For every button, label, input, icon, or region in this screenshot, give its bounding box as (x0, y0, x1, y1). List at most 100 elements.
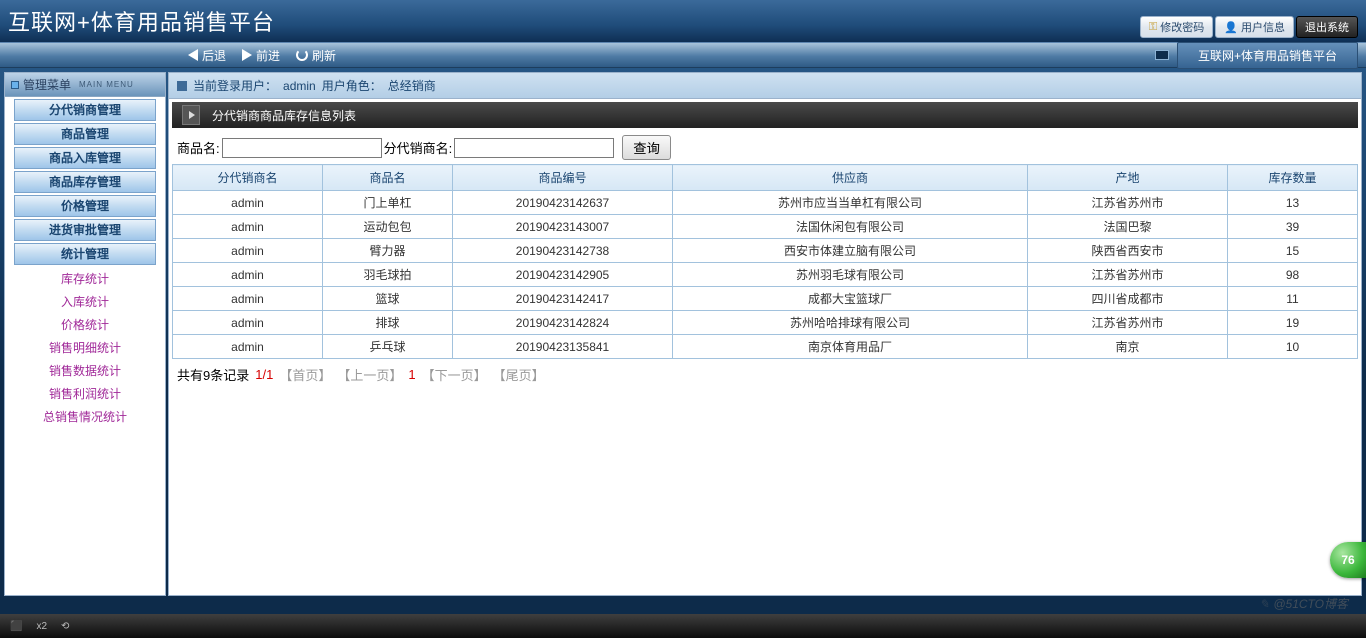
table-cell: 江苏省苏州市 (1028, 191, 1228, 215)
floating-badge[interactable]: 76 (1330, 542, 1366, 578)
inventory-table: 分代销商名商品名商品编号供应商产地库存数量 admin门上单杠201904231… (172, 164, 1358, 359)
platform-tab[interactable]: 互联网+体育用品销售平台 (1177, 42, 1358, 69)
table-cell: 苏州市应当当单杠有限公司 (673, 191, 1028, 215)
sidebar-tile-5[interactable]: 进货审批管理 (14, 219, 156, 241)
change-password-button[interactable]: ⚿修改密码 (1140, 16, 1213, 38)
app-title: 互联网+体育用品销售平台 (8, 5, 275, 37)
table-cell: 19 (1228, 311, 1358, 335)
next-page-link[interactable]: 【下一页】 (422, 365, 487, 384)
table-cell: 四川省成都市 (1028, 287, 1228, 311)
sidebar-subitem-6[interactable]: 总销售情况统计 (5, 405, 165, 428)
filter-bar: 商品名: 分代销商名: 查询 (169, 131, 1361, 164)
table-cell: 20190423142417 (453, 287, 673, 311)
table-cell: admin (173, 311, 323, 335)
table-header: 产地 (1028, 165, 1228, 191)
table-cell: 20190423142738 (453, 239, 673, 263)
table-cell: admin (173, 263, 323, 287)
content-area: 当前登录用户：admin 用户角色：总经销商 分代销商商品库存信息列表 商品名:… (168, 72, 1362, 596)
table-cell: 39 (1228, 215, 1358, 239)
last-page-link[interactable]: 【尾页】 (493, 365, 545, 384)
table-header: 供应商 (673, 165, 1028, 191)
product-name-input[interactable] (222, 138, 382, 158)
table-cell: 苏州哈哈排球有限公司 (673, 311, 1028, 335)
sidebar-tile-6[interactable]: 统计管理 (14, 243, 156, 265)
table-cell: 运动包包 (323, 215, 453, 239)
sidebar-tile-4[interactable]: 价格管理 (14, 195, 156, 217)
table-cell: admin (173, 287, 323, 311)
table-row[interactable]: admin臂力器20190423142738西安市体建立脑有限公司陕西省西安市1… (173, 239, 1358, 263)
table-row[interactable]: admin运动包包20190423143007法国休闲包有限公司法国巴黎39 (173, 215, 1358, 239)
table-cell: 10 (1228, 335, 1358, 359)
table-cell: 陕西省西安市 (1028, 239, 1228, 263)
sidebar-subitem-4[interactable]: 销售数据统计 (5, 359, 165, 382)
table-cell: 20190423142905 (453, 263, 673, 287)
first-page-link[interactable]: 【首页】 (279, 365, 331, 384)
table-header: 库存数量 (1228, 165, 1358, 191)
table-row[interactable]: admin羽毛球拍20190423142905苏州羽毛球有限公司江苏省苏州市98 (173, 263, 1358, 287)
banner: 互联网+体育用品销售平台 ⚿修改密码 👤用户信息 退出系统 (0, 0, 1366, 42)
table-cell: 羽毛球拍 (323, 263, 453, 287)
table-cell: 排球 (323, 311, 453, 335)
table-header: 商品编号 (453, 165, 673, 191)
sync-icon: ⟲ (61, 621, 69, 632)
sidebar-subitem-1[interactable]: 入库统计 (5, 290, 165, 313)
table-cell: 南京体育用品厂 (673, 335, 1028, 359)
table-cell: admin (173, 215, 323, 239)
pagination: 共有9条记录 1/1 【首页】 【上一页】 1 【下一页】 【尾页】 (169, 359, 1361, 390)
dealer-label: 分代销商名: (384, 138, 453, 157)
forward-button[interactable]: 前进 (242, 47, 280, 64)
sidebar-header: 管理菜单 MAIN MENU (5, 73, 165, 97)
key-icon: ⚿ (1149, 21, 1157, 34)
table-cell: 成都大宝篮球厂 (673, 287, 1028, 311)
table-row[interactable]: admin排球20190423142824苏州哈哈排球有限公司江苏省苏州市19 (173, 311, 1358, 335)
table-row[interactable]: admin门上单杠20190423142637苏州市应当当单杠有限公司江苏省苏州… (173, 191, 1358, 215)
search-button[interactable]: 查询 (622, 135, 671, 160)
table-row[interactable]: admin乒乓球20190423135841南京体育用品厂南京10 (173, 335, 1358, 359)
status-icon: ⬛ (10, 621, 22, 632)
sidebar-tile-2[interactable]: 商品入库管理 (14, 147, 156, 169)
table-header: 商品名 (323, 165, 453, 191)
table-cell: 20190423143007 (453, 215, 673, 239)
table-cell: 13 (1228, 191, 1358, 215)
sidebar-subitem-2[interactable]: 价格统计 (5, 313, 165, 336)
table-cell: 南京 (1028, 335, 1228, 359)
nav-bar: 后退 前进 刷新 互联网+体育用品销售平台 (0, 42, 1366, 68)
banner-actions: ⚿修改密码 👤用户信息 退出系统 (1140, 16, 1358, 38)
table-cell: admin (173, 335, 323, 359)
table-cell: 法国休闲包有限公司 (673, 215, 1028, 239)
sidebar-tile-3[interactable]: 商品库存管理 (14, 171, 156, 193)
back-button[interactable]: 后退 (188, 47, 226, 64)
current-page: 1 (408, 367, 415, 382)
table-cell: 98 (1228, 263, 1358, 287)
play-icon-box (182, 105, 200, 125)
table-cell: 臂力器 (323, 239, 453, 263)
table-cell: 门上单杠 (323, 191, 453, 215)
user-info-button[interactable]: 👤用户信息 (1215, 16, 1294, 38)
sidebar-subitem-3[interactable]: 销售明细统计 (5, 336, 165, 359)
table-row[interactable]: admin篮球20190423142417成都大宝篮球厂四川省成都市11 (173, 287, 1358, 311)
table-cell: 20190423142637 (453, 191, 673, 215)
monitor-icon (1155, 50, 1169, 60)
sidebar-tile-1[interactable]: 商品管理 (14, 123, 156, 145)
watermark: ✎@51CTO博客 (1259, 595, 1348, 612)
square-icon (177, 81, 187, 91)
taskbar: ⬛ x2 ⟲ (0, 614, 1366, 638)
logout-button[interactable]: 退出系统 (1296, 16, 1358, 38)
refresh-button[interactable]: 刷新 (296, 47, 336, 64)
arrow-right-icon (242, 49, 252, 61)
sidebar-tile-0[interactable]: 分代销商管理 (14, 99, 156, 121)
dealer-name-input[interactable] (454, 138, 614, 158)
menu-icon (11, 81, 19, 89)
sidebar-subitem-0[interactable]: 库存统计 (5, 267, 165, 290)
x2-indicator: x2 (36, 621, 47, 632)
table-cell: 20190423135841 (453, 335, 673, 359)
table-cell: 苏州羽毛球有限公司 (673, 263, 1028, 287)
table-cell: 15 (1228, 239, 1358, 263)
sidebar-subitem-5[interactable]: 销售利润统计 (5, 382, 165, 405)
prev-page-link[interactable]: 【上一页】 (337, 365, 402, 384)
table-header: 分代销商名 (173, 165, 323, 191)
table-cell: 11 (1228, 287, 1358, 311)
table-cell: 20190423142824 (453, 311, 673, 335)
login-info-bar: 当前登录用户：admin 用户角色：总经销商 (169, 73, 1361, 99)
table-cell: 江苏省苏州市 (1028, 311, 1228, 335)
